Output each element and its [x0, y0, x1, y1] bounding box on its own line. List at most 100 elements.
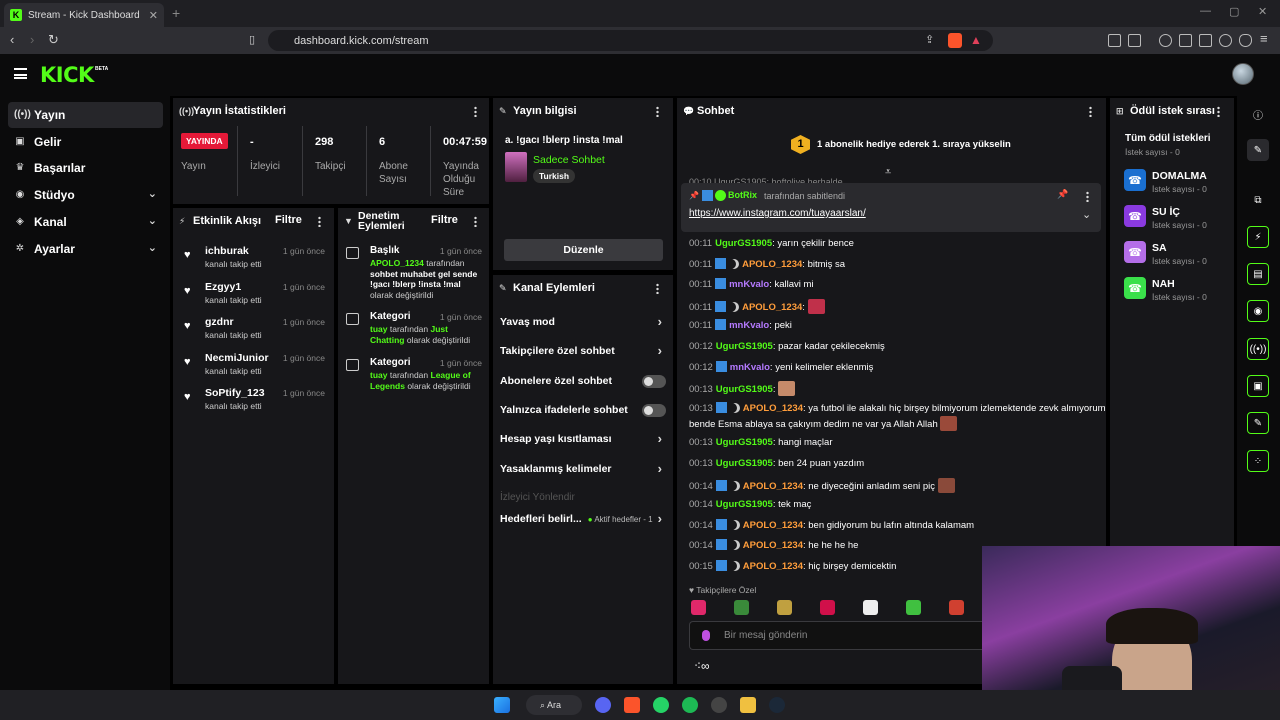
document-icon[interactable]: ▤ [1247, 263, 1269, 285]
discord-icon[interactable] [595, 697, 611, 713]
emote-quick-icon[interactable] [777, 600, 792, 615]
all-rewards-title[interactable]: Tüm ödül istekleri [1125, 133, 1211, 144]
menu-icon[interactable]: ≡ [1260, 31, 1268, 46]
sidebar-icon[interactable] [1179, 34, 1192, 47]
user-avatar[interactable] [1232, 63, 1254, 85]
chat-username[interactable]: UgurGS1905 [716, 499, 773, 510]
chat-username[interactable]: UgurGS1905 [716, 341, 773, 352]
chat-username[interactable]: APOLO_1234 [742, 302, 802, 313]
emote-quick-icon[interactable] [691, 600, 706, 615]
vpn-icon[interactable] [1239, 34, 1252, 47]
event-username[interactable]: ichburak [205, 245, 249, 257]
chat-more-icon[interactable] [1089, 106, 1092, 117]
chat-username[interactable]: APOLO_1234 [743, 403, 803, 414]
activity-more-icon[interactable] [318, 216, 321, 227]
chat-username[interactable]: UgurGS1905 [716, 458, 773, 469]
emote-quick-icon[interactable] [820, 600, 835, 615]
chat-bubble-tool-icon[interactable]: ◉ [1247, 300, 1269, 322]
channel-action-row[interactable]: Yalnızca ifadelerle sohbet [500, 400, 666, 420]
new-tab-icon[interactable]: + [172, 5, 180, 21]
windows-start-icon[interactable] [494, 697, 510, 713]
obs-icon[interactable] [711, 697, 727, 713]
emote-image[interactable] [940, 415, 958, 431]
emote-image[interactable] [778, 381, 796, 397]
chat-username[interactable]: mnKvalo [729, 279, 769, 290]
moderation-filter-button[interactable]: Filtre [431, 214, 458, 226]
chat-username[interactable]: APOLO_1234 [742, 259, 802, 270]
pinned-link[interactable]: https://www.instagram.com/tuayaarslan/ [689, 208, 866, 219]
forward-icon[interactable]: › [30, 32, 34, 47]
brave-shield-icon[interactable] [948, 33, 962, 48]
microphone-icon[interactable] [702, 630, 710, 641]
channel-action-row[interactable]: Yavaş mod › [500, 312, 666, 332]
pinned-more-icon[interactable] [1086, 191, 1089, 202]
emote-image[interactable] [807, 298, 825, 314]
chat-username[interactable]: UgurGS1905 [716, 384, 773, 395]
quick-action-bolt-icon[interactable]: ⚡ [1247, 226, 1269, 248]
sidebar-item-4[interactable]: ◈ Kanal ⌄ [8, 209, 163, 235]
event-username[interactable]: SoPtify_123 [205, 387, 265, 399]
toggle-switch[interactable] [642, 374, 666, 388]
stream-info-more-icon[interactable] [656, 106, 659, 117]
chat-username[interactable]: APOLO_1234 [743, 540, 803, 551]
moderation-more-icon[interactable] [474, 216, 477, 227]
browser-tab[interactable]: K Stream - Kick Dashboard ✕ [4, 3, 164, 27]
info-icon[interactable]: ⓘ [1247, 103, 1269, 125]
channel-action-row[interactable]: Takipçilere özel sohbet › [500, 341, 666, 361]
emote-quick-icon[interactable] [906, 600, 921, 615]
pinned-by-user[interactable]: BotRix [728, 190, 757, 200]
event-username[interactable]: Ezgyy1 [205, 281, 241, 293]
media-icon[interactable] [1159, 34, 1172, 47]
chat-username[interactable]: mnKvalo [729, 320, 769, 331]
sidebar-item-5[interactable]: ✲ Ayarlar ⌄ [8, 236, 163, 262]
chat-username[interactable]: APOLO_1234 [743, 481, 803, 492]
sidebar-item-0[interactable]: ((•)) Yayın [8, 102, 163, 128]
brave-rewards-icon[interactable]: ▲ [970, 33, 982, 47]
goals-row[interactable]: Hedefleri belirl... ● Aktif hedefler - 1… [500, 509, 666, 529]
broadcast-tool-icon[interactable]: ((•)) [1247, 338, 1269, 360]
sidebar-item-2[interactable]: ♛ Başarılar [8, 155, 163, 181]
kick-logo[interactable]: KICK [40, 63, 94, 87]
edit-button[interactable]: Düzenle [504, 239, 663, 261]
brave-icon[interactable] [624, 697, 640, 713]
close-tab-icon[interactable]: ✕ [149, 9, 158, 22]
extensions-icon[interactable] [1108, 34, 1121, 47]
chat-input[interactable]: Bir mesaj gönderin [689, 621, 982, 650]
apps-icon[interactable]: ⁘ [1247, 450, 1269, 472]
unpin-icon[interactable]: 📌 [1057, 189, 1068, 200]
activity-filter-button[interactable]: Filtre [275, 214, 302, 226]
whatsapp-icon[interactable] [653, 697, 669, 713]
toggle-switch[interactable] [642, 403, 666, 417]
channel-action-row[interactable]: Hesap yaşı kısıtlaması › [500, 429, 666, 449]
emote-quick-icon[interactable] [949, 600, 964, 615]
screenshot-icon[interactable] [1128, 34, 1141, 47]
address-bar[interactable]: dashboard.kick.com/stream [268, 30, 993, 51]
maximize-icon[interactable]: ▢ [1229, 5, 1239, 18]
category-name[interactable]: Sadece Sohbet [533, 154, 605, 166]
stats-more-icon[interactable] [474, 106, 477, 117]
channel-actions-more-icon[interactable] [656, 283, 659, 294]
expand-pinned-icon[interactable]: ⌄ [1082, 208, 1091, 221]
chat-username[interactable]: APOLO_1234 [743, 561, 803, 572]
spotify-icon[interactable] [682, 697, 698, 713]
share-icon[interactable]: ⇪ [925, 33, 934, 46]
sidebar-item-3[interactable]: ◉ Stüdyo ⌄ [8, 182, 163, 208]
close-window-icon[interactable]: ✕ [1258, 5, 1267, 18]
emote-quick-icon[interactable] [734, 600, 749, 615]
back-icon[interactable]: ‹ [10, 32, 14, 47]
taskbar-search[interactable]: ⌕ Ara [526, 695, 582, 715]
emote-quick-icon[interactable] [863, 600, 878, 615]
sidebar-item-1[interactable]: ▣ Gelir [8, 129, 163, 155]
clip-icon[interactable]: ▣ [1247, 375, 1269, 397]
bookmark-icon[interactable]: ▯ [249, 33, 255, 46]
chat-username[interactable]: UgurGS1905 [716, 437, 773, 448]
event-username[interactable]: NecmiJunior [205, 352, 269, 364]
steam-icon[interactable] [769, 697, 785, 713]
channel-action-row[interactable]: Abonelere özel sohbet [500, 371, 666, 391]
emote-image[interactable] [937, 477, 955, 493]
wrench-tool-icon[interactable]: ✎ [1247, 412, 1269, 434]
event-username[interactable]: gzdnr [205, 316, 234, 328]
file-explorer-icon[interactable] [740, 697, 756, 713]
hamburger-menu-icon[interactable] [14, 68, 27, 79]
reload-icon[interactable]: ↻ [48, 32, 59, 48]
